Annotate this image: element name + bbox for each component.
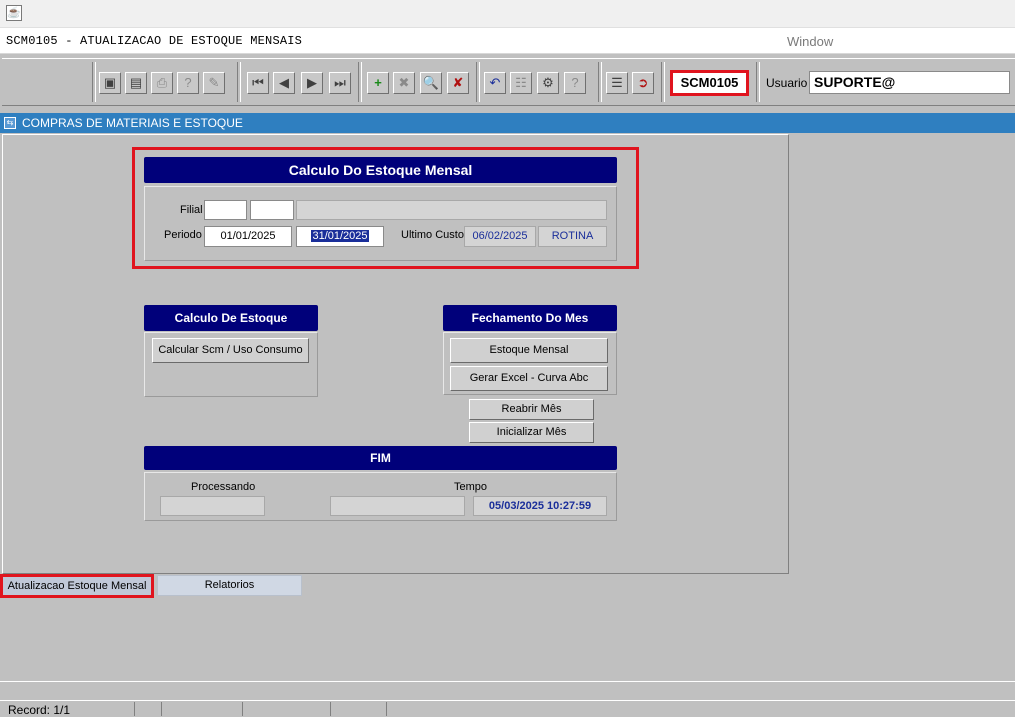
inicializar-mes-button[interactable]: Inicializar Mês	[469, 422, 594, 443]
periodo-start-field[interactable]: 01/01/2025	[204, 226, 292, 247]
clear-record-icon[interactable]: ✘	[447, 72, 469, 94]
form-code-badge: SCM0105	[670, 70, 749, 96]
print-icon[interactable]: ⎙	[151, 72, 173, 94]
undo-icon[interactable]: ↶	[484, 72, 506, 94]
status-separator	[161, 702, 162, 716]
query-icon[interactable]: ?	[177, 72, 199, 94]
last-record-icon[interactable]: ⏭	[329, 72, 351, 94]
status-bar	[0, 700, 1015, 716]
clipboard-icon[interactable]: ☷	[510, 72, 532, 94]
toolbar-separator	[237, 62, 241, 102]
module-title: COMPRAS DE MATERIAIS E ESTOQUE	[22, 116, 243, 130]
calc-estoque-header: Calculo De Estoque	[144, 305, 318, 331]
ultimo-custo-label: Ultimo Custo	[401, 229, 464, 241]
toolbar-separator	[476, 62, 480, 102]
processando-label: Processando	[191, 481, 256, 493]
app-icon-bar	[0, 0, 1015, 28]
ultimo-custo-user-field: ROTINA	[538, 226, 607, 247]
calc-frame	[144, 186, 617, 261]
periodo-end-field[interactable]: 31/01/2025	[296, 226, 384, 247]
fechamento-header: Fechamento Do Mes	[443, 305, 617, 331]
form-title: SCM0105 - ATUALIZACAO DE ESTOQUE MENSAIS	[6, 34, 303, 48]
tab-atualizacao-estoque-mensal[interactable]: Atualizacao Estoque Mensal	[0, 574, 154, 598]
record-counter: Record: 1/1	[8, 703, 71, 717]
calc-header: Calculo Do Estoque Mensal	[144, 157, 617, 183]
toolbar-separator	[598, 62, 602, 102]
user-label: Usuario	[766, 76, 808, 90]
status-divider	[0, 681, 1015, 682]
search-record-icon[interactable]: 🔍	[420, 72, 442, 94]
gerar-excel-button[interactable]: Gerar Excel - Curva Abc	[450, 366, 608, 391]
tempo-value-field: 05/03/2025 10:27:59	[473, 496, 607, 516]
toolbar-separator	[92, 62, 96, 102]
status-separator	[386, 702, 387, 716]
help-icon[interactable]: ?	[564, 72, 586, 94]
delete-record-icon[interactable]: ✖	[393, 72, 415, 94]
status-separator	[242, 702, 243, 716]
toolbar-separator	[358, 62, 362, 102]
filial-name-field	[296, 200, 607, 220]
next-record-icon[interactable]: ▶	[301, 72, 323, 94]
tab-relatorios[interactable]: Relatorios	[157, 575, 302, 596]
java-icon[interactable]: ☕	[6, 5, 22, 21]
ultimo-custo-date-field: 06/02/2025	[464, 226, 536, 247]
tools-icon[interactable]: ⚙	[537, 72, 559, 94]
exit-icon[interactable]: ➲	[632, 72, 654, 94]
periodo-label: Periodo	[164, 229, 202, 241]
periodo-end-selected-text: 31/01/2025	[311, 230, 369, 242]
filial-code-field[interactable]	[204, 200, 247, 220]
save-icon[interactable]: ▣	[99, 72, 121, 94]
insert-record-icon[interactable]: +	[367, 72, 389, 94]
status-separator	[134, 702, 135, 716]
reabrir-mes-button[interactable]: Reabrir Mês	[469, 399, 594, 420]
menu-icon[interactable]: ☰	[606, 72, 628, 94]
first-record-icon[interactable]: ⏮	[247, 72, 269, 94]
processando-field	[160, 496, 265, 516]
window-menu[interactable]: Window	[787, 34, 833, 49]
module-icon: ⇆	[4, 117, 16, 129]
previous-record-icon[interactable]: ◀	[273, 72, 295, 94]
status-separator	[330, 702, 331, 716]
fim-header: FIM	[144, 446, 617, 470]
tempo-label: Tempo	[454, 481, 488, 493]
filial-sub-field[interactable]	[250, 200, 294, 220]
screen-icon[interactable]: ▤	[125, 72, 147, 94]
filial-label: Filial	[180, 204, 203, 216]
edit-query-icon[interactable]: ✎	[203, 72, 225, 94]
user-field: SUPORTE@	[809, 71, 1010, 94]
estoque-mensal-button[interactable]: Estoque Mensal	[450, 338, 608, 363]
toolbar-separator	[756, 62, 760, 102]
toolbar-separator	[661, 62, 665, 102]
tempo-progress-field	[330, 496, 465, 516]
calcular-scm-button[interactable]: Calcular Scm / Uso Consumo	[152, 338, 309, 363]
